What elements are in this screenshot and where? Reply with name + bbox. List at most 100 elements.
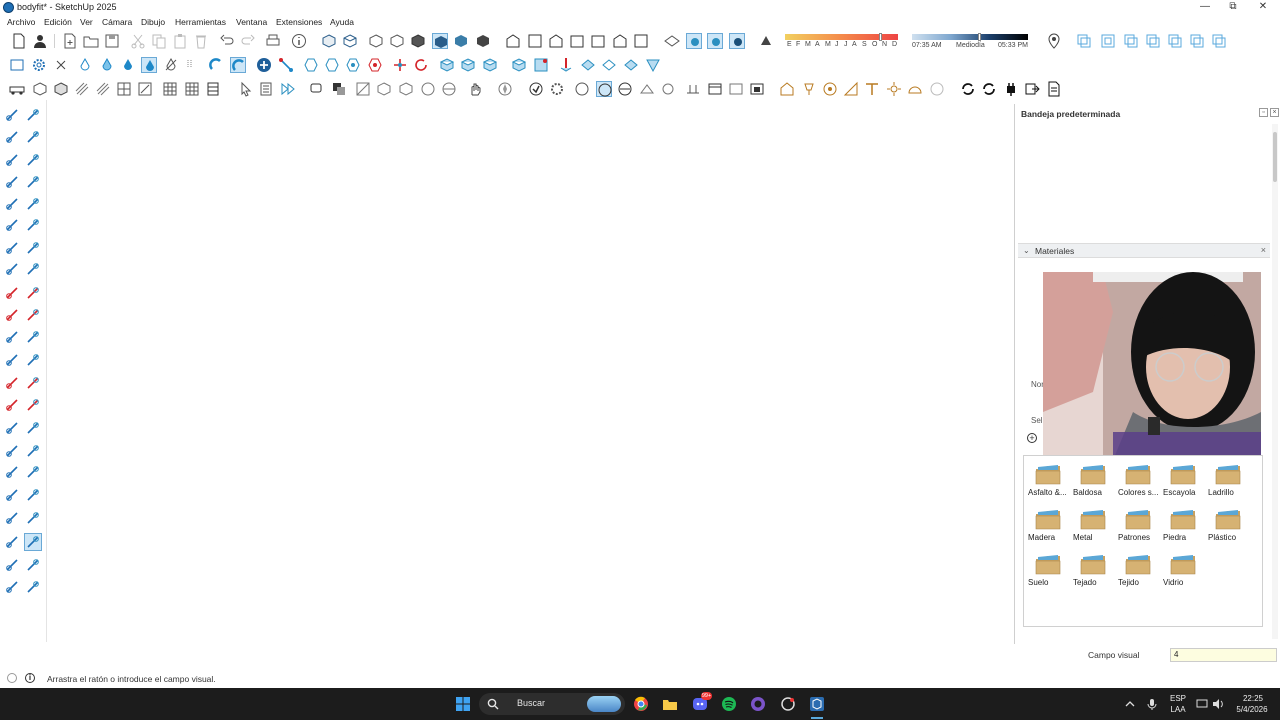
protractor-tool-icon[interactable] [4,375,20,391]
rotate-icon[interactable] [660,81,676,97]
water-drop-icon[interactable] [77,57,93,73]
sync-2-icon[interactable] [981,81,997,97]
offset-tool-icon[interactable] [25,329,41,345]
sandbox-4-icon[interactable] [645,57,661,73]
gear-icon[interactable] [31,57,47,73]
drawing-viewport[interactable] [46,100,1014,642]
menu-ayuda[interactable]: Ayuda [330,17,354,27]
export-icon[interactable] [1024,81,1040,97]
file-explorer-icon[interactable] [662,696,678,712]
window-1-icon[interactable] [707,81,723,97]
eraser-drop-icon[interactable] [163,57,179,73]
front-view-icon[interactable] [368,33,384,49]
hatch-2-icon[interactable] [95,81,111,97]
redo-icon[interactable] [240,33,256,49]
shaded-icon[interactable] [432,33,448,49]
hatch-1-icon[interactable] [74,81,90,97]
walk-tool-icon[interactable] [4,510,20,526]
menu-dibujo[interactable]: Dibujo [141,17,165,27]
hand-icon[interactable] [467,81,483,97]
layout-icon-1[interactable] [1100,33,1116,49]
xray-icon[interactable] [664,33,680,49]
spin-icon[interactable] [574,81,590,97]
geo-location-icon[interactable] [1046,33,1062,49]
material-folder[interactable]: Vidrio [1159,549,1203,593]
language-region[interactable]: LAA [1166,705,1190,714]
material-folder[interactable]: Madera [1024,504,1068,548]
sandbox-3-icon[interactable] [623,57,639,73]
window-2-icon[interactable] [728,81,744,97]
list-icon[interactable] [258,81,274,97]
time-slider-handle[interactable] [978,33,981,41]
vehicle-3-icon[interactable] [617,81,633,97]
measurements-input[interactable]: 4 [1170,648,1277,662]
solid-2-icon[interactable] [376,81,392,97]
language-code[interactable]: ESP [1166,694,1190,703]
hex-3-icon[interactable] [345,57,361,73]
plugin-icon[interactable] [1003,81,1019,97]
material-folder[interactable]: Patrones [1114,504,1158,548]
sync-1-icon[interactable] [960,81,976,97]
field-of-view-tool-icon[interactable] [24,533,42,551]
zoom-tool-icon[interactable] [4,464,20,480]
sandbox-2-icon[interactable] [601,57,617,73]
menu-edicion[interactable]: Edición [44,17,72,27]
tray-close-icon[interactable]: × [1270,108,1279,117]
water-drop-active-icon[interactable] [141,57,157,73]
add-material-icon[interactable]: + [1027,433,1037,443]
grid-2-icon[interactable] [460,57,476,73]
spotify-icon[interactable] [721,696,737,712]
tray-scrollbar[interactable] [1272,124,1278,639]
magnet-dots-icon[interactable] [185,57,201,73]
follow-me-icon[interactable] [528,81,544,97]
position-camera-tool-icon[interactable] [25,420,41,436]
freehand-tool-icon[interactable] [25,174,41,190]
refresh-red-icon[interactable] [413,57,429,73]
save-icon[interactable] [104,33,120,49]
ruler-icon[interactable] [843,81,859,97]
account-icon[interactable] [32,33,48,49]
chevron-down-icon[interactable]: ⌄ [1023,246,1030,255]
grid-3-icon[interactable] [482,57,498,73]
new-document-icon[interactable] [62,33,78,49]
right-view-icon[interactable] [389,33,405,49]
axes-tool-icon[interactable] [25,352,41,368]
rectangle-tool-icon[interactable] [4,196,20,212]
material-folder[interactable]: Plástico [1204,504,1248,548]
undo-icon[interactable] [219,33,235,49]
menu-archivo[interactable]: Archivo [7,17,35,27]
house-iso-icon[interactable] [612,33,628,49]
solid-3-icon[interactable] [398,81,414,97]
textured-icon[interactable] [453,33,469,49]
sun-icon[interactable] [886,81,902,97]
windows-start-icon[interactable] [455,696,471,712]
arc-3-tool-icon[interactable] [25,261,41,277]
paint-bucket-tool-icon[interactable] [4,129,20,145]
lamp-icon[interactable] [801,81,817,97]
material-folder[interactable]: Metal [1069,504,1113,548]
water-drop-half-icon[interactable] [99,57,115,73]
disc-icon[interactable] [822,81,838,97]
shadows-toggle-icon[interactable] [758,33,774,49]
eraser-2-tool-icon[interactable] [25,152,41,168]
look-around-tool-icon[interactable] [4,534,20,550]
house-top-icon[interactable] [527,33,543,49]
house-left-icon[interactable] [590,33,606,49]
magnet-active-icon[interactable] [230,57,246,73]
cut-icon[interactable] [130,33,146,49]
info-icon[interactable]: i [25,673,35,683]
menu-ver[interactable]: Ver [80,17,93,27]
material-folder[interactable]: Suelo [1024,549,1068,593]
grid-5-icon[interactable] [533,57,549,73]
pie-tool-icon[interactable] [25,240,41,256]
arc-tool-icon[interactable] [4,240,20,256]
top-view-icon[interactable] [342,33,358,49]
dimension-tool-icon[interactable] [4,443,20,459]
layout-icon-4[interactable] [1167,33,1183,49]
align-bar-icon[interactable] [685,81,701,97]
sandbox-2-tool-icon[interactable] [25,579,41,595]
follow-me-tool-icon[interactable] [25,307,41,323]
vehicle-icon[interactable] [9,81,25,97]
box-2-icon[interactable] [53,81,69,97]
back-view-icon[interactable] [410,33,426,49]
